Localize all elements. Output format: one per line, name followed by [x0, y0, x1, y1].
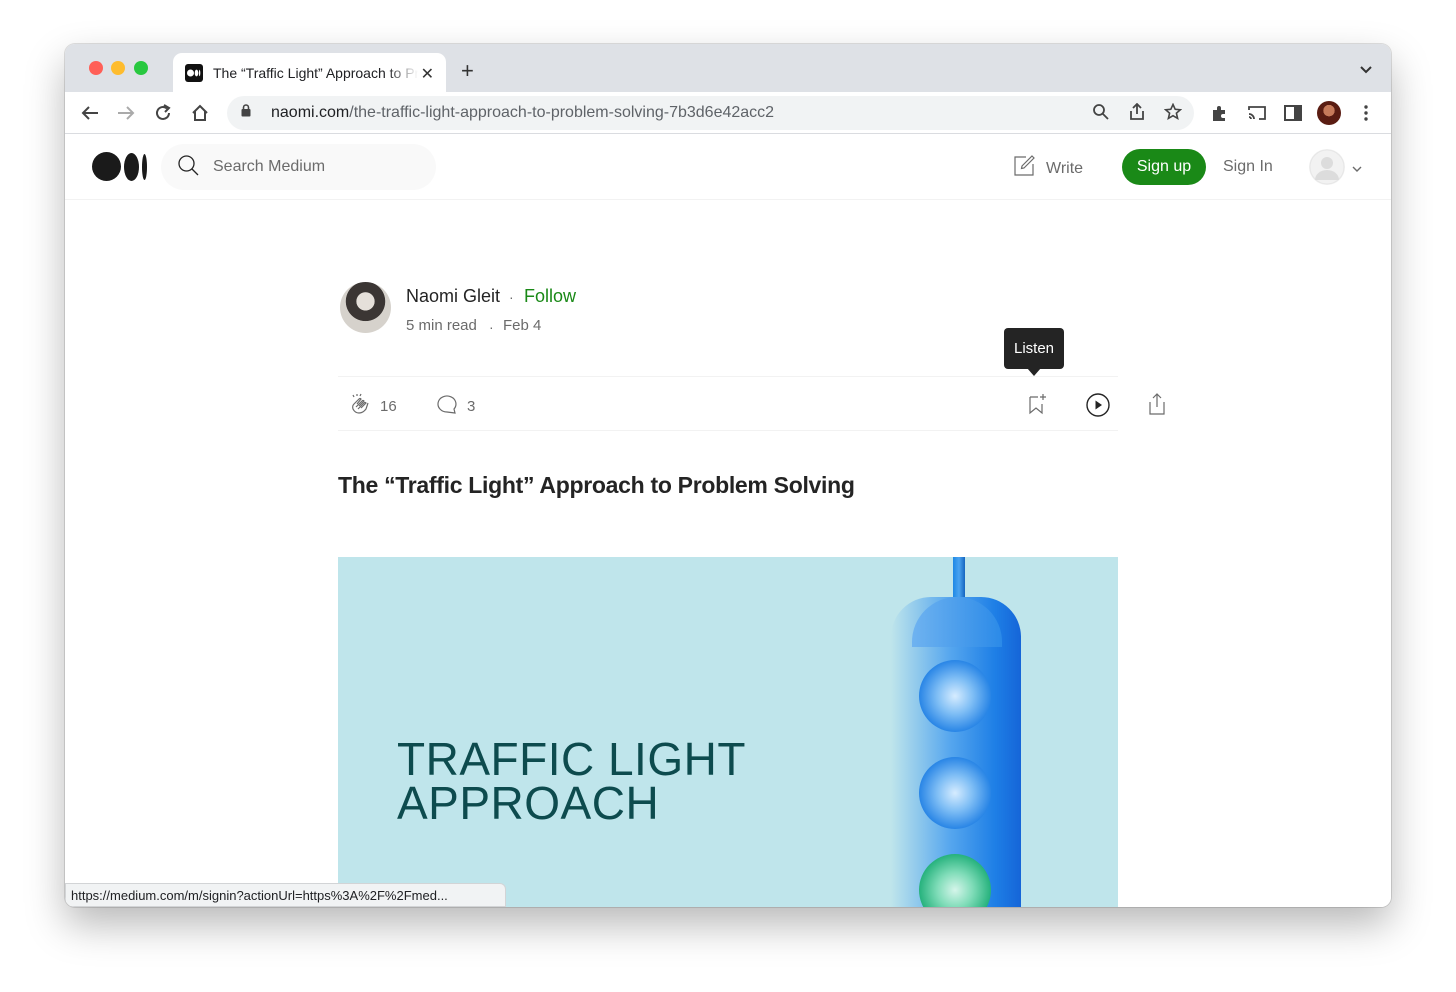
separator-dot: · [489, 319, 494, 335]
chevron-down-icon[interactable] [1351, 160, 1363, 178]
lock-icon[interactable] [241, 104, 251, 122]
tab-title: The “Traffic Light” Approach to Problem … [213, 64, 418, 81]
tab-search-chevron-icon[interactable] [1359, 62, 1373, 80]
medium-logo[interactable] [92, 152, 147, 181]
clap-icon [348, 392, 372, 420]
sign-up-button[interactable]: Sign up [1122, 149, 1206, 185]
browser-window: The “Traffic Light” Approach to Problem … [65, 44, 1391, 907]
profile-avatar[interactable] [1317, 101, 1341, 125]
share-icon [1146, 392, 1168, 420]
read-time: 5 min read [406, 317, 477, 334]
url-text: naomi.com/the-traffic-light-approach-to-… [271, 104, 775, 121]
follow-button[interactable]: Follow [524, 286, 576, 307]
separator-dot: · [509, 289, 514, 305]
back-icon[interactable] [79, 102, 101, 124]
search-placeholder: Search Medium [213, 158, 326, 175]
side-panel-icon[interactable] [1281, 101, 1305, 125]
search-input[interactable]: Search Medium [161, 144, 436, 190]
write-icon [1012, 154, 1036, 183]
user-avatar[interactable] [1309, 149, 1345, 185]
article-title: The “Traffic Light” Approach to Problem … [338, 472, 855, 498]
status-bar-url: https://medium.com/m/signin?actionUrl=ht… [65, 883, 506, 907]
hero-text: TRAFFIC LIGHT APPROACH [397, 733, 746, 829]
cast-icon[interactable] [1245, 101, 1269, 125]
clap-count: 16 [380, 397, 397, 415]
forward-icon[interactable] [115, 102, 137, 124]
write-button[interactable]: Write [1012, 154, 1083, 183]
share-icon[interactable] [1128, 102, 1146, 126]
share-button[interactable] [1146, 392, 1168, 420]
play-icon [1085, 392, 1111, 422]
blue-light-bulb [919, 757, 991, 829]
extensions-icon[interactable] [1207, 101, 1231, 125]
listen-tooltip: Listen [1004, 328, 1064, 376]
author-avatar[interactable] [340, 282, 391, 333]
sign-in-link[interactable]: Sign In [1223, 158, 1273, 176]
home-icon[interactable] [189, 102, 211, 124]
article-actions-bar: 16 3 [338, 376, 1165, 431]
close-window-button[interactable] [89, 61, 103, 75]
clap-button[interactable]: 16 [348, 392, 397, 420]
reload-icon[interactable] [152, 102, 174, 124]
active-tab[interactable]: The “Traffic Light” Approach to Problem … [173, 53, 446, 92]
comment-icon [435, 392, 459, 420]
page-content: Search Medium Write Sign up Sign In Naom… [65, 134, 1391, 907]
comment-count: 3 [467, 397, 476, 415]
minimize-window-button[interactable] [111, 61, 125, 75]
medium-favicon-icon [185, 63, 203, 82]
hero-image: TRAFFIC LIGHT APPROACH [338, 557, 1118, 907]
medium-header: Search Medium Write Sign up Sign In [65, 134, 1391, 200]
publish-date: Feb 4 [503, 317, 542, 334]
listen-button[interactable] [1085, 392, 1111, 422]
new-tab-icon[interactable]: + [461, 58, 474, 84]
blue-light-bulb [919, 660, 991, 732]
search-icon [177, 154, 199, 181]
close-tab-icon[interactable]: ✕ [421, 64, 434, 84]
browser-toolbar: naomi.com/the-traffic-light-approach-to-… [65, 92, 1391, 134]
comment-button[interactable]: 3 [435, 392, 475, 420]
bookmark-star-icon[interactable] [1163, 102, 1183, 126]
zoom-search-icon[interactable] [1092, 103, 1110, 126]
bookmark-add-icon [1026, 392, 1050, 420]
browser-menu-icon[interactable] [1354, 101, 1378, 125]
save-button[interactable] [1026, 392, 1050, 420]
address-bar[interactable]: naomi.com/the-traffic-light-approach-to-… [227, 96, 1194, 130]
author-name[interactable]: Naomi Gleit [406, 286, 500, 307]
tab-strip: The “Traffic Light” Approach to Problem … [65, 44, 1391, 92]
write-label: Write [1046, 159, 1084, 177]
maximize-window-button[interactable] [134, 61, 148, 75]
